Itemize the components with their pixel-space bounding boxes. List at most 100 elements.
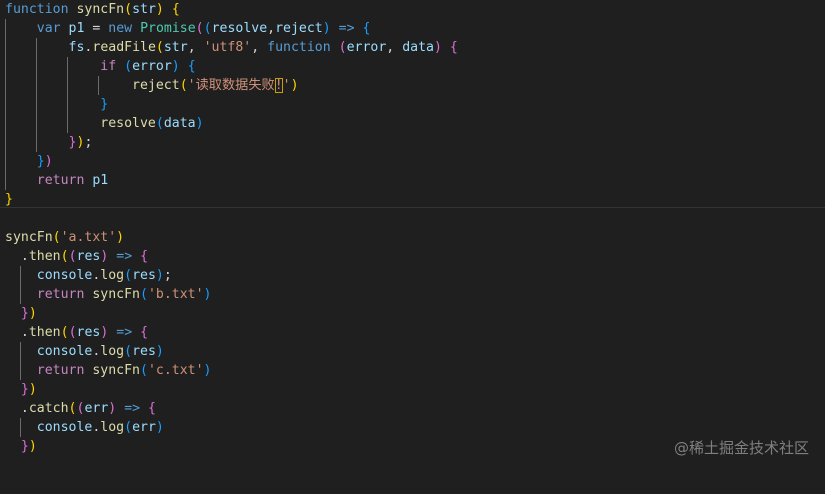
punctuation-token: ; [163,268,172,283]
bracket-token: ( [140,287,148,302]
bracket-token: ) [155,344,164,359]
bracket-token: ( [68,325,77,340]
bracket-token: ) [100,249,109,264]
code-editor[interactable]: function syncFn(str) { var p1 = new Prom… [0,0,825,472]
bracket-token: ) [155,268,164,283]
class-token: Promise [140,21,196,36]
bracket-token: ( [195,21,204,36]
variable-token: console [36,344,93,359]
keyword-token: return [36,173,85,188]
function-name-token: readFile [92,40,156,55]
punctuation-token: . [20,325,29,340]
variable-token: res [132,268,156,283]
arrow-token: => [124,401,141,416]
code-line: fs.readFile(str, 'utf8', function (error… [0,38,825,57]
function-name-token: reject [132,78,180,93]
variable-token: console [36,268,93,283]
punctuation-token: , [251,40,260,55]
punctuation-token: , [187,40,196,55]
bracket-token: ) [322,21,331,36]
parameter-token: res [76,249,101,264]
function-name-token: log [100,420,125,435]
string-token: '读取数据失败 [187,78,275,93]
bracket-token: } [36,154,45,169]
string-token: 'b.txt' [147,287,204,302]
function-name-token: resolve [100,116,156,131]
punctuation-token: . [20,249,29,264]
bracket-token: ) [155,420,164,435]
bracket-token: ) [116,230,125,245]
code-line: function syncFn(str) { [0,0,825,19]
function-name-token: log [100,268,125,283]
code-line: var p1 = new Promise((resolve,reject) =>… [0,19,825,38]
bracket-token: ) [28,306,37,321]
punctuation-token: ; [84,135,93,150]
bracket-token: ( [179,78,188,93]
bracket-token: { [362,21,371,36]
function-name-token: syncFn [5,230,53,245]
selection-highlight: ! [274,78,283,93]
bracket-token: ( [124,420,133,435]
function-name-token: then [28,325,61,340]
bracket-token: ) [433,40,442,55]
code-line: .then((res) => { [0,247,825,266]
bracket-token: ) [195,116,204,131]
function-name-token: then [28,249,61,264]
code-line: return syncFn('c.txt') [0,361,825,380]
bracket-token: ( [338,40,347,55]
punctuation-token: . [20,401,29,416]
bracket-token: ) [155,2,164,17]
function-name-token: syncFn [76,2,125,17]
bracket-token: { [140,325,149,340]
bracket-token: } [100,97,109,112]
variable-token: res [132,344,156,359]
function-name-token: syncFn [92,287,140,302]
bracket-token: { [449,40,458,55]
keyword-token: return [36,363,85,378]
bracket-token: ( [68,401,77,416]
keyword-token: function [5,2,69,17]
bracket-token: ( [52,230,61,245]
string-token: ' [282,78,291,93]
bracket-token: ) [100,325,109,340]
string-token: 'a.txt' [60,230,117,245]
code-line: .then((res) => { [0,323,825,342]
parameter-token: data [402,40,434,55]
parameter-token: res [76,325,101,340]
bracket-token: { [148,401,156,416]
function-name-token: syncFn [92,363,140,378]
variable-token: str [163,40,188,55]
code-line: console.log(res); [0,266,825,285]
code-line: }) [0,380,825,399]
variable-token: p1 [68,21,85,36]
punctuation-token: , [267,21,276,36]
code-line: } [0,95,825,114]
code-line: reject('读取数据失败!') [0,76,825,95]
arrow-token: => [116,249,133,264]
bracket-token: ( [124,344,133,359]
code-line: }); [0,133,825,152]
bracket-token: } [20,382,29,397]
code-line: console.log(err) [0,418,825,437]
bracket-token: ( [203,21,212,36]
bracket-token: ) [44,154,53,169]
code-line: syncFn('a.txt') [0,228,825,247]
bracket-token: ( [155,116,164,131]
bracket-token: { [171,2,180,17]
code-line: resolve(data) [0,114,825,133]
bracket-token: } [5,192,13,207]
bracket-token: ( [124,2,133,17]
bracket-token: ) [171,59,180,74]
variable-token: fs [68,40,85,55]
code-line: .catch((err) => { [0,399,825,418]
parameter-token: str [132,2,156,17]
arrow-token: => [338,21,355,36]
parameter-token: resolve [211,21,268,36]
parameter-token: reject [275,21,323,36]
operator-token: = [92,21,101,36]
bracket-token: ( [155,40,164,55]
bracket-token: ( [124,268,133,283]
bracket-token: ( [68,249,77,264]
bracket-token: ( [60,249,69,264]
string-token: 'utf8' [203,40,252,55]
